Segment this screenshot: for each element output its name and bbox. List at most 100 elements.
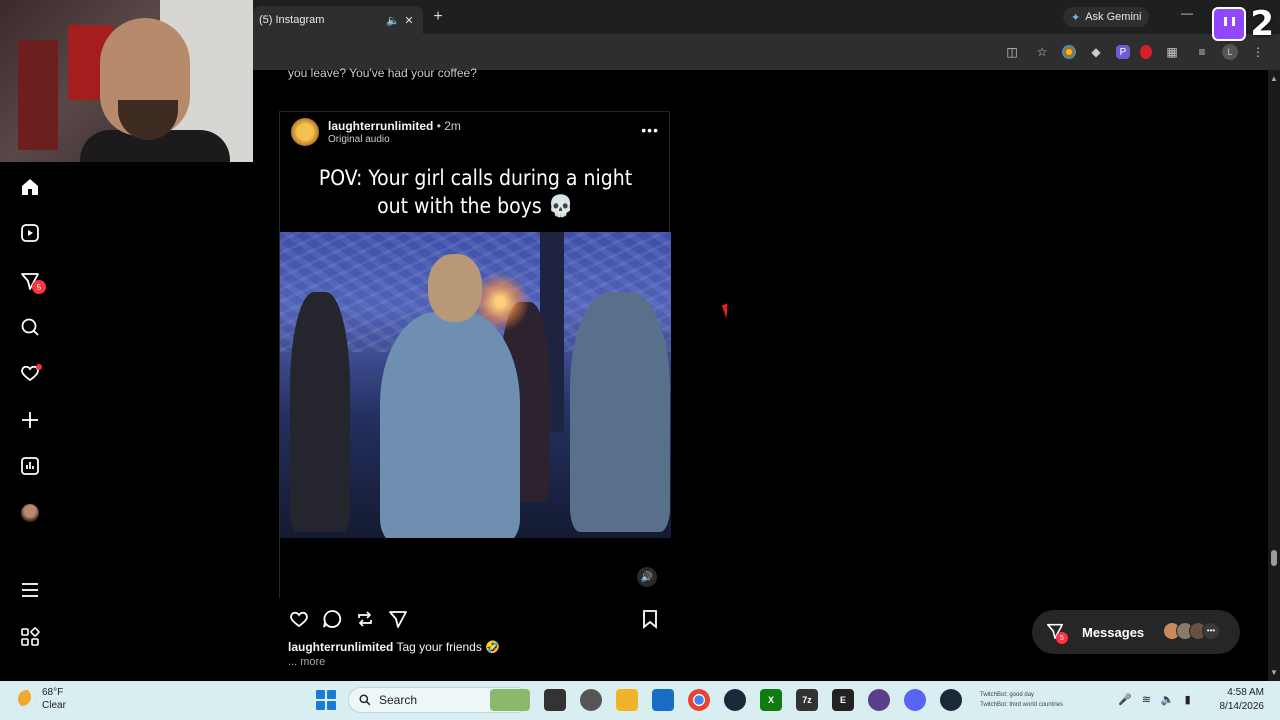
caption-more-link[interactable]: ... more <box>288 656 325 668</box>
post-time: 2m <box>444 119 461 133</box>
reel-video[interactable] <box>280 232 671 538</box>
moon-icon <box>18 690 36 708</box>
ask-gemini-button[interactable]: ✦ Ask Gemini <box>1063 7 1150 27</box>
like-heart-icon[interactable] <box>288 608 310 630</box>
hamburger-menu-icon[interactable] <box>19 579 41 601</box>
weather-widget[interactable]: 68°F Clear <box>18 686 66 712</box>
taskbar-apps: X 7z E <box>490 689 962 711</box>
person-right <box>570 292 670 532</box>
epic-games-icon[interactable]: E <box>832 689 854 711</box>
system-tray: 🎤 ≋ 🔈 ▮ <box>1118 693 1191 706</box>
page-scrollbar[interactable]: ▲ ▼ <box>1268 70 1280 681</box>
microphone-icon[interactable]: 🎤 <box>1118 693 1132 706</box>
extensions-puzzle-icon[interactable]: ▦ <box>1162 42 1182 62</box>
tab-instagram[interactable]: (5) Instagram 🔈 ✕ <box>253 6 423 34</box>
notification-dot <box>36 364 42 370</box>
also-from-meta-grid-icon[interactable] <box>19 626 41 648</box>
start-windows-icon[interactable] <box>316 690 336 710</box>
previous-post-caption: you leave? You've had your coffee? <box>288 66 477 80</box>
clock-date: 8/14/2026 <box>1219 701 1265 712</box>
steam-icon-2[interactable] <box>940 689 962 711</box>
xbox-icon[interactable]: X <box>760 689 782 711</box>
wifi-icon[interactable]: ≋ <box>1142 693 1151 706</box>
twitch-count: 2 <box>1250 4 1274 44</box>
menu-kebab-icon[interactable]: ⋮ <box>1248 42 1268 62</box>
home-icon[interactable] <box>19 176 41 198</box>
steam-icon[interactable] <box>724 689 746 711</box>
profile-avatar[interactable]: L <box>1222 44 1238 60</box>
audio-toggle-icon[interactable]: 🔊 <box>637 567 657 587</box>
search-icon[interactable] <box>19 316 41 338</box>
ubisoft-icon[interactable] <box>868 689 890 711</box>
messages-avatars: ••• <box>1163 622 1220 640</box>
insights-chart-icon[interactable] <box>19 455 41 477</box>
messages-button[interactable]: 5 Messages ••• <box>1032 610 1240 654</box>
profile-avatar-icon[interactable] <box>19 502 41 524</box>
search-icon <box>359 694 371 706</box>
share-send-icon[interactable] <box>387 608 409 630</box>
bookmark-star-icon[interactable]: ☆ <box>1032 42 1052 62</box>
discord-icon[interactable] <box>904 689 926 711</box>
repost-icon[interactable] <box>354 608 376 630</box>
save-bookmark-icon[interactable] <box>639 608 661 630</box>
more-options-icon[interactable]: ••• <box>641 122 659 138</box>
create-plus-icon[interactable] <box>19 409 41 431</box>
post-actions <box>288 608 660 630</box>
meme-caption: POV: Your girl calls during a night out … <box>280 164 671 220</box>
close-tab-icon[interactable]: ✕ <box>401 14 417 27</box>
file-explorer-icon[interactable] <box>616 689 638 711</box>
reading-list-icon[interactable]: ≡ <box>1192 42 1212 62</box>
taskbar-search-label: Search <box>379 693 418 707</box>
post-caption: laughterrunlimited Tag your friends 🤣 <box>288 640 500 654</box>
post-username[interactable]: laughterrunlimited <box>328 119 433 133</box>
browser-toolbar: ◫ ☆ ◆ P ▦ ≡ L ⋮ <box>253 34 1280 70</box>
scroll-down-arrow-icon[interactable]: ▼ <box>1270 668 1278 677</box>
taskbar-clock[interactable]: 4:58 AM 8/14/2026 <box>1220 686 1265 714</box>
post-header: laughterrunlimited • 2m Original audio •… <box>280 112 671 152</box>
screen: (5) Instagram 🔈 ✕ + ✦ Ask Gemini — ◫ ☆ ◆… <box>0 0 1280 720</box>
scroll-up-arrow-icon[interactable]: ▲ <box>1270 74 1278 83</box>
messages-label: Messages <box>1082 624 1145 640</box>
weather-text: 68°F Clear <box>42 686 66 712</box>
microsoft-store-icon[interactable] <box>652 689 674 711</box>
diamond-extension-icon[interactable]: ◆ <box>1086 42 1106 62</box>
meme-caption-line1: POV: Your girl calls during a night <box>318 166 633 190</box>
caption-username[interactable]: laughterrunlimited <box>288 640 393 654</box>
tab-title: (5) Instagram <box>259 14 325 26</box>
speaker-icon[interactable]: 🔈 <box>385 14 401 27</box>
messages-badge: 5 <box>32 280 46 294</box>
person-left <box>290 292 350 532</box>
webcam-cabinet <box>18 40 58 150</box>
webcam-overlay <box>0 0 253 162</box>
obs-app-icon[interactable] <box>580 689 602 711</box>
7zip-icon[interactable]: 7z <box>796 689 818 711</box>
color-extension-icon[interactable] <box>1062 45 1076 59</box>
reels-icon[interactable] <box>19 222 41 244</box>
messages-send-icon: 5 <box>1046 622 1068 644</box>
messages-count-badge: 5 <box>1056 632 1068 644</box>
post-author[interactable]: laughterrunlimited • 2m <box>328 119 461 133</box>
extensions-row: ◫ ☆ ◆ P ▦ ≡ L ⋮ <box>1002 42 1268 62</box>
weather-condition: Clear <box>42 700 66 711</box>
chat-ticker: TwitchBot: good day TwitchBot: third wor… <box>980 690 1100 710</box>
scrollbar-thumb[interactable] <box>1271 550 1277 566</box>
gemini-label: Ask Gemini <box>1085 11 1142 23</box>
browser-tab-bar: (5) Instagram 🔈 ✕ + ✦ Ask Gemini — <box>253 0 1280 34</box>
new-tab-button[interactable]: + <box>423 8 453 26</box>
battery-icon[interactable]: ▮ <box>1185 693 1191 706</box>
app-window-icon[interactable] <box>544 689 566 711</box>
post-separator: • <box>436 119 441 133</box>
minimize-window-icon[interactable]: — <box>1181 6 1193 20</box>
chrome-icon[interactable] <box>688 689 710 711</box>
post-author-avatar[interactable] <box>291 118 319 146</box>
twitch-logo-icon <box>1212 7 1247 41</box>
purple-extension-icon[interactable]: P <box>1116 45 1130 59</box>
red-extension-icon[interactable] <box>1140 45 1152 59</box>
volume-icon[interactable]: 🔈 <box>1161 693 1175 706</box>
post-audio-link[interactable]: Original audio <box>328 134 390 145</box>
install-app-icon[interactable]: ◫ <box>1002 42 1022 62</box>
gemini-spark-icon: ✦ <box>1071 11 1081 24</box>
comment-icon[interactable] <box>321 608 343 630</box>
search-highlight-icon[interactable] <box>490 689 530 711</box>
person-hoodie <box>380 312 520 538</box>
